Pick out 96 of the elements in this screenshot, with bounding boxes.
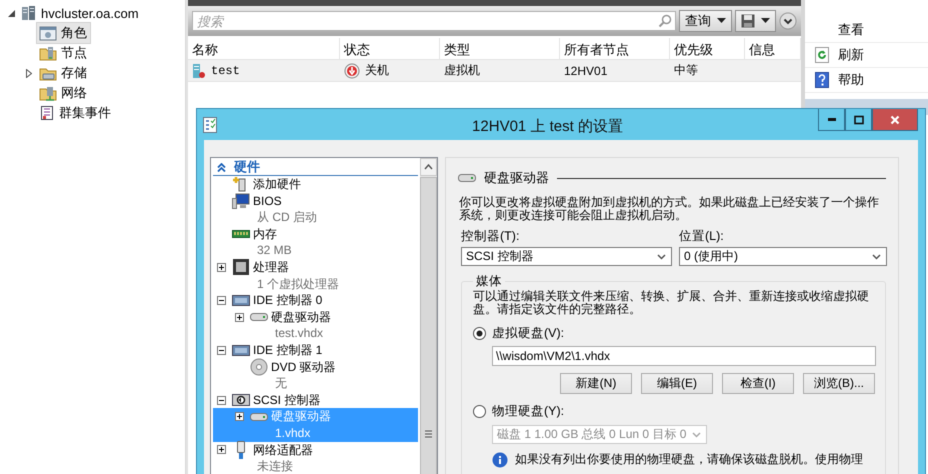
maximize-button[interactable] (845, 109, 872, 131)
column-header[interactable]: 类型 (440, 38, 560, 59)
tree-item[interactable]: DVD 驱动器 无 (213, 358, 418, 392)
tree-item[interactable]: 处理器 1 个虚拟处理器 (213, 258, 418, 292)
plus-icon[interactable] (217, 445, 226, 454)
tree-item[interactable]: 内存 32 MB (213, 226, 418, 259)
server-icon (21, 5, 37, 21)
column-header[interactable]: 所有者节点 (560, 38, 670, 59)
controller-icon (232, 293, 250, 308)
tree-item[interactable]: 添加硬件 (213, 176, 418, 193)
radio-option[interactable]: 虚拟硬盘(V): (473, 325, 877, 341)
tree-item[interactable]: SCSI 控制器 (213, 392, 418, 408)
drive-icon (250, 312, 268, 322)
table-cell-text: 中等 (673, 62, 699, 79)
nav-item[interactable]: hvcluster.oa.com (18, 3, 143, 23)
minus-icon[interactable] (217, 296, 226, 305)
maximize-icon (854, 114, 864, 124)
action-button[interactable]: 检查(I) (722, 373, 794, 394)
nav-item[interactable]: 角色 (36, 22, 91, 44)
table-cell-text: 12HV01 (563, 64, 608, 78)
chevron-down-icon (692, 432, 701, 438)
dropdown[interactable]: SCSI 控制器 (461, 247, 672, 266)
section-header[interactable]: 硬件 (213, 159, 418, 176)
folder-icon (39, 85, 57, 101)
close-icon (890, 114, 900, 124)
column-header[interactable]: 优先级 (670, 38, 745, 59)
search-field[interactable]: 搜索 (192, 11, 676, 31)
table-cell-text: 虚拟机 (443, 62, 481, 79)
action-item[interactable]: 查看 (805, 18, 928, 43)
chevron-down-icon (657, 254, 666, 260)
scrollbar[interactable] (420, 158, 437, 474)
action-button[interactable]: 浏览(B)... (803, 373, 875, 394)
computer-icon (232, 192, 250, 209)
nav-item[interactable]: 节点 (36, 42, 91, 64)
plus-icon[interactable] (217, 262, 226, 272)
action-button[interactable]: 编辑(E) (641, 373, 713, 394)
minus-icon[interactable] (217, 396, 226, 405)
path-field[interactable]: \\wisdom\VM2\1.vhdx (492, 346, 876, 366)
search-icon (658, 14, 672, 28)
action-item[interactable]: 帮助 (805, 68, 928, 93)
document-icon (39, 105, 55, 121)
chevron-down-icon (872, 254, 881, 260)
plus-icon[interactable] (235, 312, 244, 322)
minus-icon[interactable] (217, 346, 226, 355)
field-label: 位置(L): (679, 228, 725, 245)
minimize-button[interactable] (818, 109, 845, 131)
nav-item[interactable]: 群集事件 (36, 102, 115, 124)
tree-item[interactable]: BIOS 从 CD 启动 (213, 192, 418, 226)
processor-icon (232, 258, 250, 276)
settings-icon (203, 117, 217, 133)
tree-item[interactable]: IDE 控制器 0 (213, 292, 418, 309)
query-button[interactable]: 查询 (679, 10, 732, 32)
window-title: 12HV01 上 test 的设置 (471, 117, 624, 136)
refresh-icon (814, 47, 828, 63)
save-button[interactable] (735, 10, 776, 32)
controller-icon (232, 343, 250, 358)
tree-item[interactable]: 网络适配器 未连接 (213, 442, 418, 474)
group-title: 媒体 (475, 273, 503, 290)
action-item[interactable]: 刷新 (805, 43, 928, 68)
radio-option[interactable]: 物理硬盘(Y): (473, 403, 877, 419)
caret-icon (761, 18, 770, 24)
drive-icon (458, 173, 476, 183)
disc-icon (250, 358, 268, 376)
chevron-circle-icon[interactable] (779, 12, 797, 30)
nav-item[interactable]: 网络 (36, 82, 91, 104)
power-off-icon (344, 62, 360, 78)
tree-item[interactable]: 硬盘驱动器 test.vhdx (213, 308, 418, 342)
drive-icon (250, 412, 268, 422)
section-title: 硬盘驱动器 (484, 169, 549, 187)
collapsed-arrow-icon[interactable] (26, 68, 32, 78)
folder-icon (39, 45, 57, 61)
description-text: 你可以更改将虚拟硬盘附加到虚拟机的方式。如果此磁盘上已经安装了一个操作系统，则更改连接可能会阻止虚拟机启动。 (458, 196, 880, 222)
floppy-icon (741, 14, 755, 28)
vm-icon (192, 62, 206, 78)
info-icon (492, 452, 508, 468)
column-header[interactable]: 信息 (745, 38, 801, 59)
info-text: 如果没有列出你要使用的物理硬盘，请确保该磁盘脱机。使用物理 (515, 451, 863, 468)
field-label: 控制器(T): (461, 228, 520, 245)
caret-icon (717, 18, 726, 24)
expanded-arrow-icon[interactable] (8, 10, 14, 16)
minimize-icon (828, 118, 836, 121)
close-button[interactable] (872, 109, 918, 131)
dropdown[interactable]: 0 (使用中) (679, 247, 887, 266)
window-icon (39, 25, 57, 41)
tree-item[interactable]: IDE 控制器 1 (213, 342, 418, 359)
description-text: 可以通过编辑关联文件来压缩、转换、扩展、合并、重新连接或收缩虚拟硬盘。请指定该文件的完整路径。 (473, 290, 870, 316)
controller-icon (232, 393, 250, 408)
action-button[interactable]: 新建(N) (560, 373, 632, 394)
network-adapter-icon (235, 440, 247, 459)
nav-item[interactable]: 存储 (36, 62, 91, 84)
table-cell: test (188, 62, 340, 78)
column-header[interactable]: 名称 (188, 38, 340, 59)
help-icon (814, 72, 828, 88)
column-header[interactable]: 状态 (340, 38, 440, 59)
plus-icon[interactable] (235, 412, 244, 422)
table-cell: 关机 (340, 62, 440, 79)
